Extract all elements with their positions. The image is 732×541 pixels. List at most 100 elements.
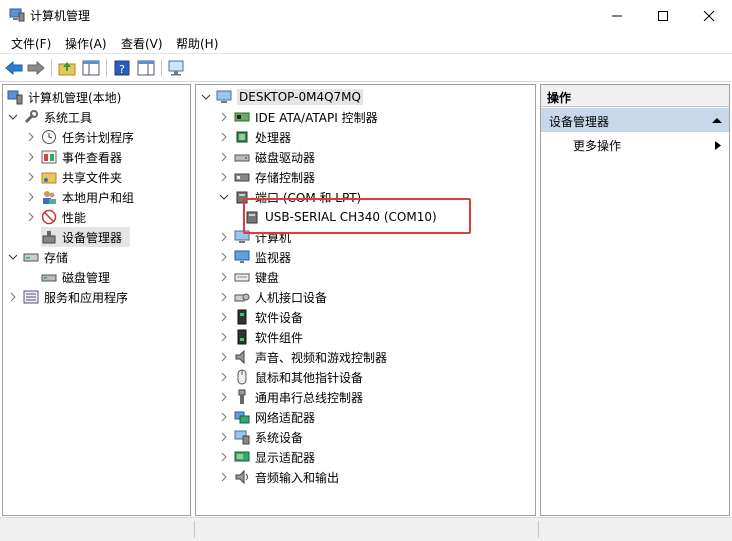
- chevron-right-icon[interactable]: [218, 311, 230, 323]
- monitor-scan-icon: [168, 60, 184, 76]
- device-category-label: 磁盘驱动器: [255, 150, 316, 165]
- chevron-right-icon[interactable]: [218, 391, 230, 403]
- tree-label: 存储: [44, 250, 69, 265]
- device-category-15[interactable]: 网络适配器: [218, 407, 315, 427]
- chevron-right-icon[interactable]: [25, 151, 37, 163]
- device-category-label: 存储控制器: [255, 170, 316, 185]
- minimize-icon: [612, 15, 622, 16]
- tree-label: 事件查看器: [62, 150, 123, 165]
- chevron-right-icon[interactable]: [218, 111, 230, 123]
- device-category-8[interactable]: 键盘: [218, 267, 279, 287]
- device-category-17[interactable]: 显示适配器: [218, 447, 315, 467]
- chevron-right-icon[interactable]: [218, 131, 230, 143]
- device-category-18[interactable]: 音频输入和输出: [218, 467, 339, 487]
- device-category-10[interactable]: 软件设备: [218, 307, 303, 327]
- ide-controller-icon: [234, 109, 250, 125]
- collapse-up-icon[interactable]: [712, 117, 722, 124]
- device-category-14[interactable]: 通用串行总线控制器: [218, 387, 363, 407]
- forward-button[interactable]: [26, 58, 46, 78]
- forward-arrow-icon: [27, 61, 45, 75]
- device-category-7[interactable]: 监视器: [218, 247, 291, 267]
- up-one-level-button[interactable]: [57, 58, 77, 78]
- action-pane-button[interactable]: [136, 58, 156, 78]
- chevron-right-icon[interactable]: [25, 131, 37, 143]
- menu-action[interactable]: 操作(A): [65, 35, 107, 52]
- device-category-label: IDE ATA/ATAPI 控制器: [255, 110, 378, 125]
- chevron-right-icon[interactable]: [25, 171, 37, 183]
- menu-file[interactable]: 文件(F): [11, 35, 51, 52]
- show-hide-tree-button[interactable]: [81, 58, 101, 78]
- chevron-right-icon[interactable]: [218, 411, 230, 423]
- close-icon: [703, 10, 715, 21]
- back-button[interactable]: [4, 58, 24, 78]
- chevron-right-icon[interactable]: [218, 231, 230, 243]
- storage-icon: [23, 249, 39, 265]
- chevron-right-icon[interactable]: [218, 471, 230, 483]
- chevron-right-icon[interactable]: [218, 371, 230, 383]
- tree-item-task-scheduler[interactable]: 任务计划程序: [25, 127, 134, 147]
- device-category-label: 声音、视频和游戏控制器: [255, 350, 388, 365]
- menu-view[interactable]: 查看(V): [121, 35, 163, 52]
- tree-item-shared-folders[interactable]: 共享文件夹: [25, 167, 122, 187]
- chevron-right-icon[interactable]: [218, 331, 230, 343]
- menu-help[interactable]: 帮助(H): [176, 35, 218, 52]
- tree-item-device-manager[interactable]: 设备管理器: [41, 227, 130, 247]
- tree-item-local-users[interactable]: 本地用户和组: [25, 187, 134, 207]
- minimize-button[interactable]: [594, 0, 640, 31]
- chevron-right-icon[interactable]: [218, 351, 230, 363]
- device-category-label: 网络适配器: [255, 410, 316, 425]
- maximize-button[interactable]: [640, 0, 686, 31]
- device-category-13[interactable]: 鼠标和其他指针设备: [218, 367, 363, 387]
- device-category-11[interactable]: 软件组件: [218, 327, 303, 347]
- device-category-0[interactable]: IDE ATA/ATAPI 控制器: [218, 107, 378, 127]
- actions-header: 操作: [541, 85, 729, 107]
- device-category-label: 显示适配器: [255, 450, 316, 465]
- usb-icon: [234, 389, 250, 405]
- tree-item-system-tools[interactable]: 系统工具: [7, 107, 92, 127]
- scan-hardware-button[interactable]: [166, 58, 186, 78]
- device-category-1[interactable]: 处理器: [218, 127, 291, 147]
- chevron-right-icon[interactable]: [25, 211, 37, 223]
- chevron-right-icon[interactable]: [218, 291, 230, 303]
- console-tree-pane: 计算机管理(本地) 系统工具 任务计划程序 事件查看器 共享文件夹 本地用户和组…: [2, 84, 191, 516]
- tree-item-disk-management[interactable]: 磁盘管理: [41, 267, 110, 287]
- device-category-label: 通用串行总线控制器: [255, 390, 364, 405]
- device-root[interactable]: DESKTOP-0M4Q7MQ: [200, 87, 363, 107]
- mouse-icon: [234, 369, 250, 385]
- chevron-down-icon[interactable]: [7, 251, 19, 263]
- chevron-right-icon[interactable]: [25, 191, 37, 203]
- toolbar-separator: [161, 59, 162, 77]
- clock-icon: [41, 129, 57, 145]
- audio-io-icon: [234, 469, 250, 485]
- device-category-3[interactable]: 存储控制器: [218, 167, 315, 187]
- users-icon: [41, 189, 57, 205]
- device-category-12[interactable]: 声音、视频和游戏控制器: [218, 347, 387, 367]
- help-button[interactable]: ?: [112, 58, 132, 78]
- chevron-down-icon[interactable]: [200, 91, 212, 103]
- chevron-right-icon[interactable]: [218, 271, 230, 283]
- tree-label: 磁盘管理: [62, 270, 111, 285]
- chevron-down-icon[interactable]: [7, 111, 19, 123]
- tree-item-performance[interactable]: 性能: [25, 207, 86, 227]
- close-button[interactable]: [686, 0, 732, 31]
- chevron-right-icon[interactable]: [7, 291, 19, 303]
- tree-item-services[interactable]: 服务和应用程序: [7, 287, 128, 307]
- chevron-right-icon[interactable]: [218, 251, 230, 263]
- tree-item-storage[interactable]: 存储: [7, 247, 68, 267]
- actions-section-device-manager[interactable]: 设备管理器: [541, 108, 729, 132]
- chevron-down-icon[interactable]: [218, 191, 230, 203]
- chevron-right-icon[interactable]: [218, 431, 230, 443]
- tree-item-root[interactable]: 计算机管理(本地): [7, 87, 121, 107]
- device-category-2[interactable]: 磁盘驱动器: [218, 147, 315, 167]
- more-actions-item[interactable]: 更多操作: [541, 135, 729, 155]
- actions-pane: 操作 设备管理器 更多操作: [540, 84, 730, 516]
- tree-item-event-viewer[interactable]: 事件查看器: [25, 147, 122, 167]
- chevron-right-icon[interactable]: [218, 151, 230, 163]
- device-category-9[interactable]: 人机接口设备: [218, 287, 327, 307]
- keyboard-icon: [234, 269, 250, 285]
- chevron-right-icon[interactable]: [218, 451, 230, 463]
- services-icon: [23, 289, 39, 305]
- chevron-right-icon[interactable]: [218, 171, 230, 183]
- device-category-16[interactable]: 系统设备: [218, 427, 303, 447]
- tree-label: 本地用户和组: [62, 190, 135, 205]
